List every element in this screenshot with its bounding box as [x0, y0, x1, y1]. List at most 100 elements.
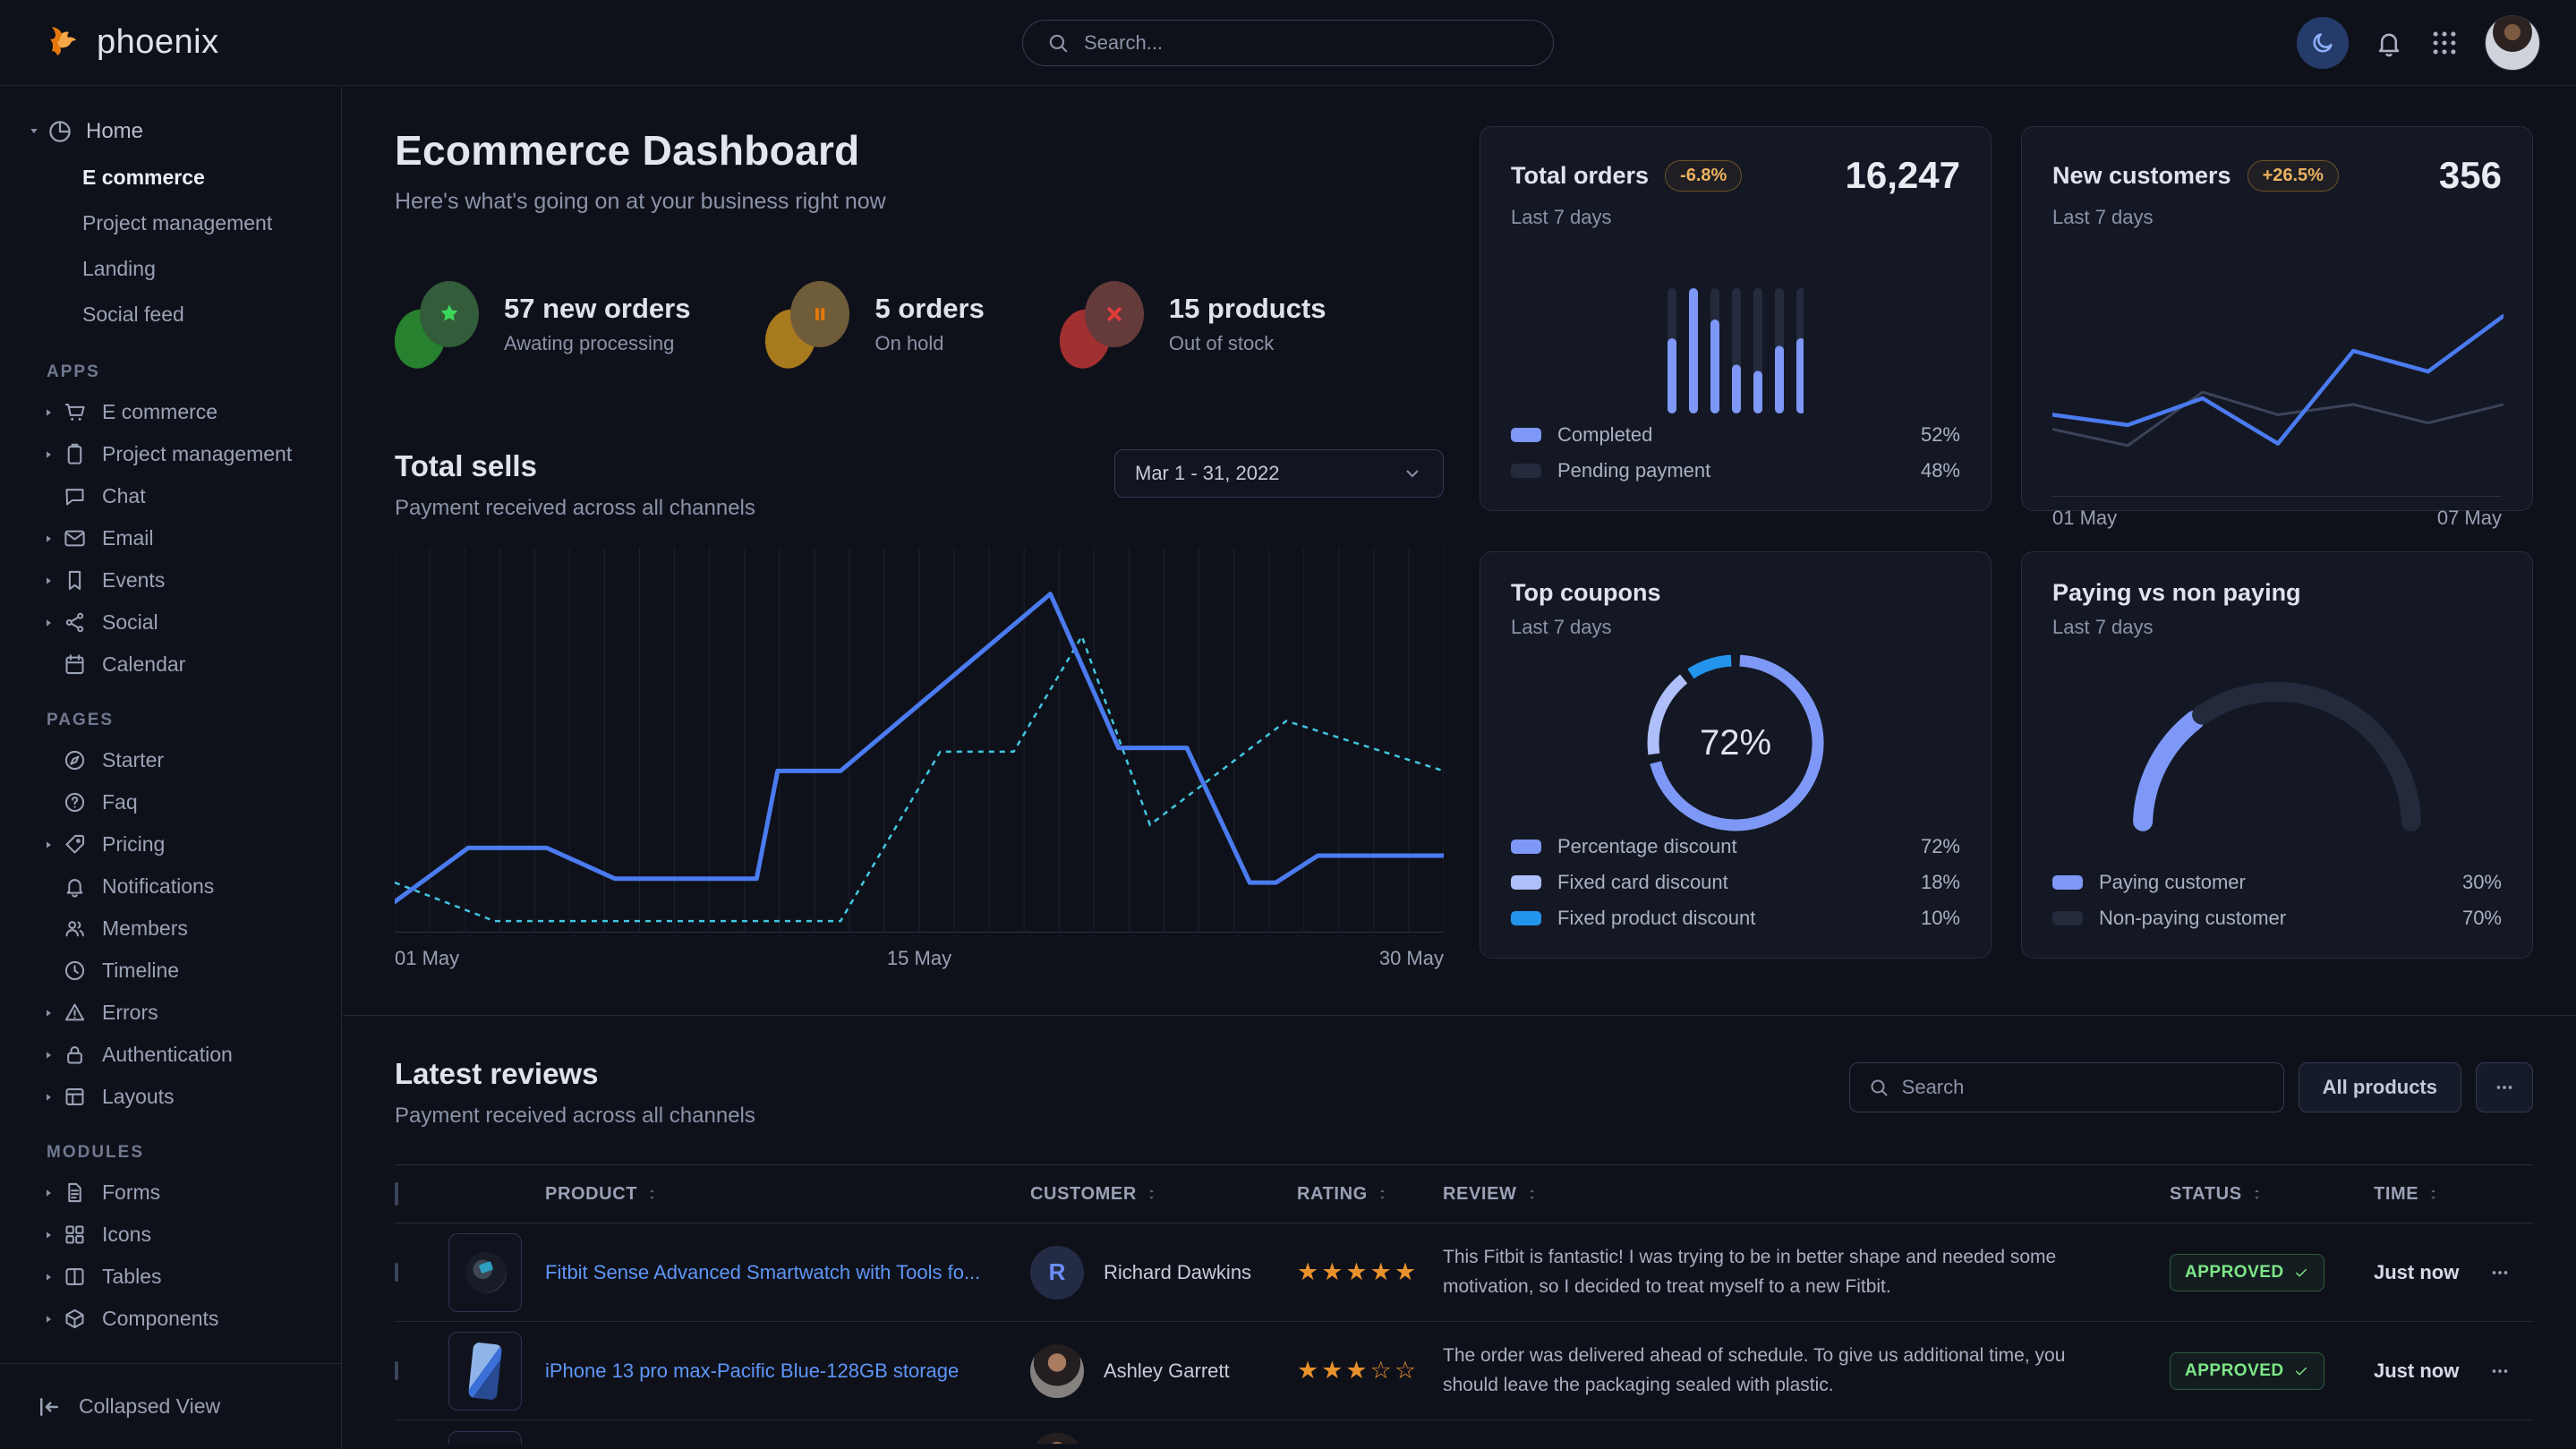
users-icon: [61, 916, 88, 941]
stat-label: On hold: [874, 332, 984, 355]
collapsed-view-toggle[interactable]: Collapsed View: [0, 1363, 341, 1449]
latest-reviews-section: Latest reviews Payment received across a…: [343, 1016, 2576, 1444]
product-thumbnail[interactable]: [448, 1332, 522, 1411]
sidebar-item-e-commerce[interactable]: E commerce: [0, 155, 341, 200]
product-link[interactable]: iPhone 13 pro max-Pacific Blue-128GB sto…: [545, 1360, 959, 1383]
sidebar-item-landing[interactable]: Landing: [0, 246, 341, 292]
reviews-search[interactable]: [1849, 1062, 2284, 1112]
row-checkbox[interactable]: [395, 1361, 398, 1380]
main-content: Ecommerce Dashboard Here's what's going …: [343, 87, 2576, 1449]
total-sells-x-axis: 01 May15 May30 May: [395, 947, 1444, 974]
date-range-select[interactable]: Mar 1 - 31, 2022: [1114, 449, 1444, 498]
legend-label: Pending payment: [1557, 459, 1710, 482]
sidebar-item-timeline[interactable]: Timeline: [0, 950, 341, 992]
coupons-legend: Percentage discount 72% Fixed card disco…: [1511, 829, 1960, 936]
caret-right-icon: [41, 1006, 59, 1020]
orders-legend: Completed 52% Pending payment 48%: [1511, 417, 1960, 489]
column-header-rating[interactable]: RATING: [1297, 1184, 1443, 1205]
reviews-search-input[interactable]: [1902, 1076, 2265, 1099]
reviews-more-button[interactable]: [2476, 1062, 2533, 1112]
sort-icon: [1524, 1187, 1540, 1202]
email-icon: [61, 526, 88, 550]
rating-stars: ★★★★★: [1297, 1258, 1443, 1286]
sidebar-item-layouts[interactable]: Layouts: [0, 1076, 341, 1118]
column-header-review[interactable]: REVIEW: [1443, 1184, 2170, 1205]
sidebar-item-calendar[interactable]: Calendar: [0, 644, 341, 686]
sidebar-item-label: Errors: [102, 1001, 158, 1025]
sidebar-item-home[interactable]: Home: [0, 108, 341, 155]
caret-right-icon: [41, 1186, 59, 1200]
product-link[interactable]: Fitbit Sense Advanced Smartwatch with To…: [545, 1261, 980, 1284]
stats-row: 57 new orders Awating processing 5 order…: [395, 279, 1444, 369]
sidebar-item-icons[interactable]: Icons: [0, 1214, 341, 1256]
legend-row-paying-customer: Paying customer 30%: [2052, 865, 2502, 900]
legend-label: Fixed product discount: [1557, 907, 1755, 930]
legend-value: 10%: [1921, 907, 1960, 930]
card-period: Last 7 days: [1511, 616, 1960, 639]
card-title: Total orders: [1511, 162, 1649, 190]
search-input[interactable]: [1084, 31, 1530, 55]
sidebar-item-chat[interactable]: Chat: [0, 475, 341, 517]
sidebar-section-modules: MODULES: [0, 1118, 341, 1172]
customer-avatar: [1030, 1433, 1084, 1444]
legend-label: Non-paying customer: [2099, 907, 2286, 930]
sidebar-item-authentication[interactable]: Authentication: [0, 1034, 341, 1076]
notifications-button[interactable]: [2374, 28, 2404, 58]
row-menu-button[interactable]: [2488, 1360, 2533, 1383]
legend-swatch: [1511, 911, 1541, 925]
page-title: Ecommerce Dashboard: [395, 126, 1444, 175]
column-header-time[interactable]: TIME: [2374, 1184, 2488, 1205]
all-products-button[interactable]: All products: [2299, 1062, 2461, 1112]
moon-icon: [2309, 30, 2336, 56]
card-period: Last 7 days: [1511, 206, 1960, 229]
select-all-checkbox[interactable]: [395, 1182, 398, 1206]
sidebar-item-label: Pricing: [102, 832, 165, 857]
sidebar-item-starter[interactable]: Starter: [0, 739, 341, 781]
sidebar-item-members[interactable]: Members: [0, 908, 341, 950]
sidebar-item-faq[interactable]: Faq: [0, 781, 341, 823]
global-search[interactable]: [1022, 20, 1554, 66]
sidebar: HomeE commerceProject managementLandingS…: [0, 87, 342, 1449]
legend-row-fixed-card-discount: Fixed card discount 18%: [1511, 865, 1960, 900]
sidebar-item-events[interactable]: Events: [0, 559, 341, 601]
caret-right-icon: [41, 1270, 59, 1284]
column-header-status[interactable]: STATUS: [2170, 1184, 2374, 1205]
x-icon: [1085, 281, 1144, 347]
row-menu-button[interactable]: [2488, 1261, 2533, 1284]
legend-row-fixed-product-discount: Fixed product discount 10%: [1511, 900, 1960, 936]
date-range-value: Mar 1 - 31, 2022: [1135, 462, 1279, 485]
column-header-customer[interactable]: CUSTOMER: [1030, 1184, 1297, 1205]
sidebar-item-project-management[interactable]: Project management: [0, 200, 341, 246]
collapse-icon: [36, 1394, 63, 1420]
top-navbar: phoenix: [0, 0, 2576, 86]
sidebar-item-tables[interactable]: Tables: [0, 1256, 341, 1298]
new-customers-x-axis: 01 May 07 May: [2052, 507, 2502, 530]
layout-icon: [61, 1085, 88, 1109]
caret-right-icon: [41, 838, 59, 852]
axis-tick: 30 May: [1379, 947, 1444, 970]
product-thumbnail[interactable]: [448, 1233, 522, 1312]
search-icon: [1046, 31, 1070, 55]
column-header-product[interactable]: PRODUCT: [448, 1184, 1030, 1205]
sidebar-item-pricing[interactable]: Pricing: [0, 823, 341, 865]
apps-menu-button[interactable]: [2429, 28, 2460, 58]
sidebar-item-social-feed[interactable]: Social feed: [0, 292, 341, 337]
sidebar-item-project-management[interactable]: Project management: [0, 433, 341, 475]
brand[interactable]: phoenix: [39, 21, 219, 64]
orders-bar-chart: [1480, 288, 1991, 413]
sidebar-item-notifications[interactable]: Notifications: [0, 865, 341, 908]
legend-row-completed: Completed 52%: [1511, 417, 1960, 453]
stat-value: 15 products: [1169, 293, 1326, 325]
user-avatar[interactable]: [2485, 15, 2540, 71]
sidebar-item-components[interactable]: Components: [0, 1298, 341, 1340]
sidebar-item-social[interactable]: Social: [0, 601, 341, 644]
row-checkbox[interactable]: [395, 1263, 398, 1282]
status-badge: APPROVED: [2170, 1352, 2324, 1390]
customer-name: Ashley Garrett: [1104, 1360, 1230, 1383]
sidebar-item-email[interactable]: Email: [0, 517, 341, 559]
sidebar-item-e-commerce[interactable]: E commerce: [0, 391, 341, 433]
theme-toggle-button[interactable]: [2297, 17, 2349, 69]
stat-57-new-orders: 57 new orders Awating processing: [395, 279, 690, 369]
sidebar-item-errors[interactable]: Errors: [0, 992, 341, 1034]
sidebar-item-forms[interactable]: Forms: [0, 1172, 341, 1214]
